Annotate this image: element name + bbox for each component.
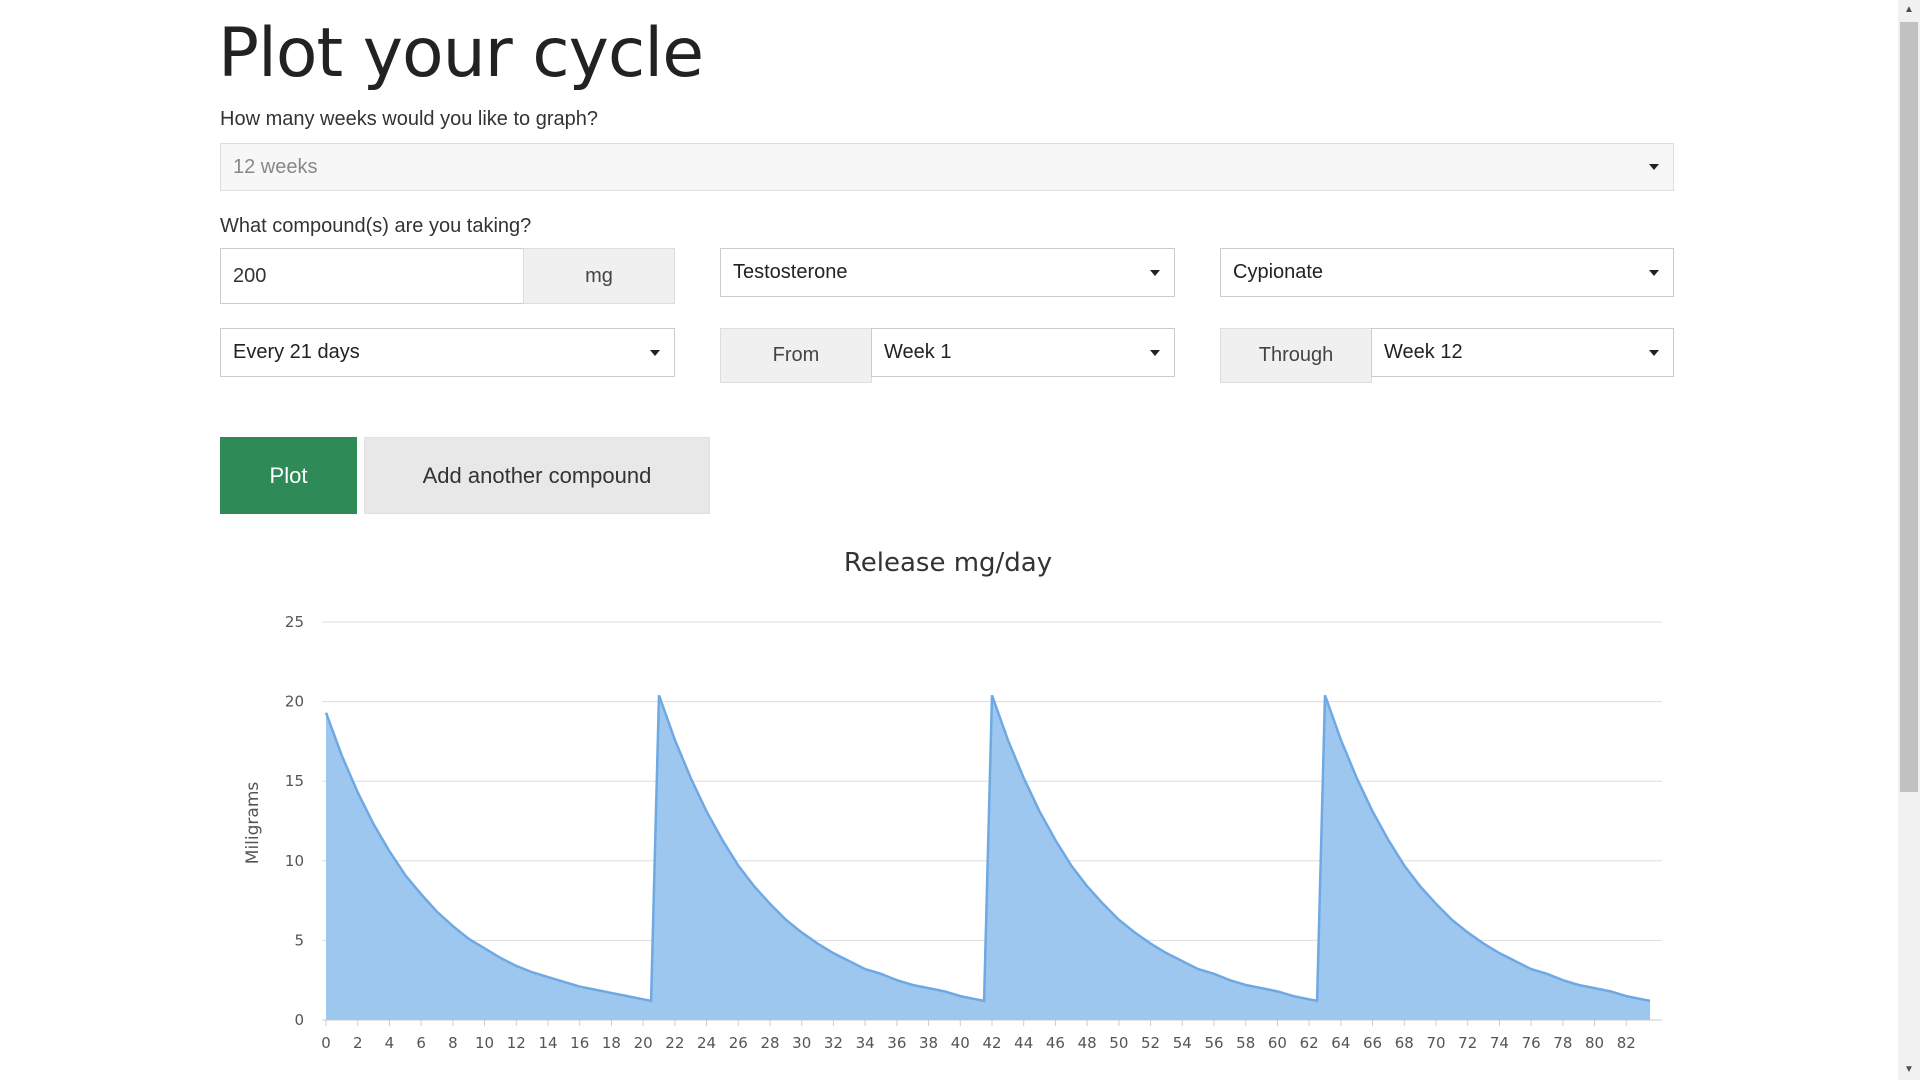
y-tick-label: 15 <box>285 772 304 790</box>
chevron-down-icon <box>1649 269 1659 276</box>
x-tick-label: 60 <box>1268 1034 1287 1052</box>
x-tick-label: 50 <box>1109 1034 1128 1052</box>
x-tick-label: 72 <box>1458 1034 1477 1052</box>
weeks-select-value: 12 weeks <box>233 155 318 178</box>
y-tick-label: 5 <box>294 931 304 949</box>
from-addon: From <box>720 328 872 383</box>
x-tick-label: 82 <box>1617 1034 1636 1052</box>
x-tick-label: 78 <box>1553 1034 1572 1052</box>
x-tick-label: 62 <box>1300 1034 1319 1052</box>
x-tick-label: 26 <box>729 1034 748 1052</box>
x-tick-label: 44 <box>1014 1034 1033 1052</box>
x-tick-label: 52 <box>1141 1034 1160 1052</box>
x-tick-label: 22 <box>665 1034 684 1052</box>
x-tick-label: 24 <box>697 1034 716 1052</box>
dose-input[interactable]: 200 <box>220 248 524 304</box>
through-week-select-value: Week 12 <box>1384 341 1463 363</box>
ester-select[interactable]: Cypionate <box>1220 248 1674 297</box>
x-tick-label: 20 <box>634 1034 653 1052</box>
y-axis-ticks: 0 5 10 15 20 25 <box>285 613 304 1029</box>
from-week-select-value: Week 1 <box>884 341 952 363</box>
scroll-down-icon[interactable]: ▼ <box>1898 1060 1920 1080</box>
x-tick-label: 54 <box>1173 1034 1192 1052</box>
y-axis-label: Miligrams <box>243 782 263 865</box>
frequency-select-value: Every 21 days <box>233 341 360 363</box>
through-week-select[interactable]: Week 12 <box>1371 328 1674 377</box>
chevron-down-icon <box>1649 349 1659 356</box>
x-tick-label: 14 <box>538 1034 557 1052</box>
plot-button[interactable]: Plot <box>220 437 357 514</box>
x-tick-label: 8 <box>448 1034 458 1052</box>
page-title: Plot your cycle <box>218 14 704 93</box>
y-tick-label: 25 <box>285 613 304 631</box>
compound-select-value: Testosterone <box>733 261 848 283</box>
scroll-up-icon[interactable]: ▲ <box>1898 0 1920 20</box>
x-tick-label: 18 <box>602 1034 621 1052</box>
x-tick-label: 32 <box>824 1034 843 1052</box>
x-tick-label: 16 <box>570 1034 589 1052</box>
vertical-scrollbar[interactable]: ▲ ▼ <box>1898 0 1920 1080</box>
y-tick-label: 0 <box>294 1011 304 1029</box>
x-tick-label: 64 <box>1331 1034 1350 1052</box>
page-viewport: Plot your cycle How many weeks would you… <box>0 0 1898 1080</box>
add-compound-button[interactable]: Add another compound <box>364 437 710 514</box>
x-tick-label: 46 <box>1046 1034 1065 1052</box>
x-tick-label: 6 <box>416 1034 426 1052</box>
x-tick-label: 56 <box>1204 1034 1223 1052</box>
ester-select-value: Cypionate <box>1233 261 1324 283</box>
x-tick-label: 2 <box>353 1034 363 1052</box>
weeks-select[interactable]: 12 weeks <box>220 143 1674 191</box>
x-tick-label: 4 <box>385 1034 395 1052</box>
x-tick-label: 34 <box>856 1034 875 1052</box>
x-tick-label: 58 <box>1236 1034 1255 1052</box>
weeks-question-label: How many weeks would you like to graph? <box>220 108 598 130</box>
chevron-down-icon <box>1150 269 1160 276</box>
x-tick-label: 66 <box>1363 1034 1382 1052</box>
x-axis-ticks: 0 2 4 6 8 10 12 14 16 18 20 22 24 26 28 30 32 34 36 38 40 42 4… <box>321 1020 1636 1052</box>
compound-question-label: What compound(s) are you taking? <box>220 215 532 237</box>
x-tick-label: 10 <box>475 1034 494 1052</box>
dose-input-value: 200 <box>233 264 267 287</box>
through-addon: Through <box>1220 328 1372 383</box>
x-tick-label: 42 <box>982 1034 1001 1052</box>
x-tick-label: 48 <box>1078 1034 1097 1052</box>
chevron-down-icon <box>1649 164 1659 170</box>
x-tick-label: 40 <box>951 1034 970 1052</box>
x-tick-label: 68 <box>1395 1034 1414 1052</box>
x-tick-label: 76 <box>1522 1034 1541 1052</box>
scrollbar-thumb[interactable] <box>1900 22 1918 792</box>
chevron-down-icon <box>650 349 660 356</box>
x-tick-label: 38 <box>919 1034 938 1052</box>
x-tick-label: 70 <box>1426 1034 1445 1052</box>
y-tick-label: 20 <box>285 693 304 711</box>
x-tick-label: 74 <box>1490 1034 1509 1052</box>
compound-select[interactable]: Testosterone <box>720 248 1175 297</box>
chevron-down-icon <box>1150 349 1160 356</box>
x-tick-label: 30 <box>792 1034 811 1052</box>
release-chart: Release mg/day Miligrams 0510152025 0246… <box>243 548 1662 1052</box>
x-tick-label: 36 <box>887 1034 906 1052</box>
chart-title: Release mg/day <box>844 548 1052 578</box>
x-tick-label: 12 <box>507 1034 526 1052</box>
frequency-select[interactable]: Every 21 days <box>220 328 675 377</box>
y-tick-label: 10 <box>285 852 304 870</box>
from-week-select[interactable]: Week 1 <box>871 328 1175 377</box>
x-tick-label: 0 <box>321 1034 331 1052</box>
area-series <box>324 694 1651 1020</box>
dose-unit-addon: mg <box>523 248 675 304</box>
x-tick-label: 80 <box>1585 1034 1604 1052</box>
x-tick-label: 28 <box>760 1034 779 1052</box>
